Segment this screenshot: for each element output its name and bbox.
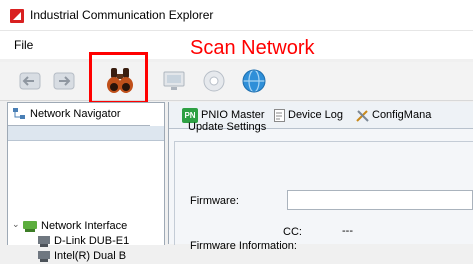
title-bar: Industrial Communication Explorer xyxy=(0,0,473,31)
network-navigator-pane: Network Navigator ⌄ Network Interface D-… xyxy=(7,102,165,262)
firmware-info-label: Firmware Information: xyxy=(190,240,297,252)
firmware-input[interactable] xyxy=(287,190,473,210)
tab-label: PNIO Master xyxy=(201,109,265,121)
scan-button-highlight xyxy=(89,52,148,104)
monitor-button[interactable] xyxy=(160,68,188,94)
network-tree-icon xyxy=(13,108,25,119)
globe-button[interactable] xyxy=(240,68,268,94)
forward-icon xyxy=(53,72,75,90)
gear-icon xyxy=(203,70,225,92)
back-button[interactable] xyxy=(16,68,44,94)
adapter-icon xyxy=(38,251,50,262)
tree-node-label: Network Interface xyxy=(41,220,128,232)
back-icon xyxy=(19,72,41,90)
update-settings-title: Update Settings xyxy=(188,121,267,133)
globe-icon xyxy=(242,69,266,93)
tab-label: ConfigMana xyxy=(372,109,432,121)
tab-network-navigator[interactable]: Network Navigator xyxy=(8,103,150,126)
settings-button[interactable] xyxy=(200,68,228,94)
toolbar xyxy=(0,62,473,101)
cc-label: CC: xyxy=(283,226,302,238)
scan-network-callout: Scan Network xyxy=(190,37,315,59)
tree-node-label: Intel(R) Dual B xyxy=(54,250,127,262)
tab-label: Device Log xyxy=(288,109,344,121)
monitor-icon xyxy=(163,71,185,90)
document-icon xyxy=(274,109,285,122)
navigator-strip xyxy=(8,126,164,141)
menu-file[interactable]: File xyxy=(14,38,33,52)
cc-value: --- xyxy=(342,225,353,237)
adapter-icon xyxy=(38,236,50,247)
window-title: Industrial Communication Explorer xyxy=(30,8,214,22)
chevron-down-icon[interactable]: ⌄ xyxy=(12,219,20,230)
network-interface-icon xyxy=(23,221,37,232)
forward-button[interactable] xyxy=(50,68,78,94)
tree-node-label: D-Link DUB-E1 xyxy=(54,235,130,247)
app-logo-icon xyxy=(10,9,24,23)
tab-network-navigator-label: Network Navigator xyxy=(30,108,121,120)
tools-icon xyxy=(356,110,369,122)
firmware-label: Firmware: xyxy=(190,195,239,207)
